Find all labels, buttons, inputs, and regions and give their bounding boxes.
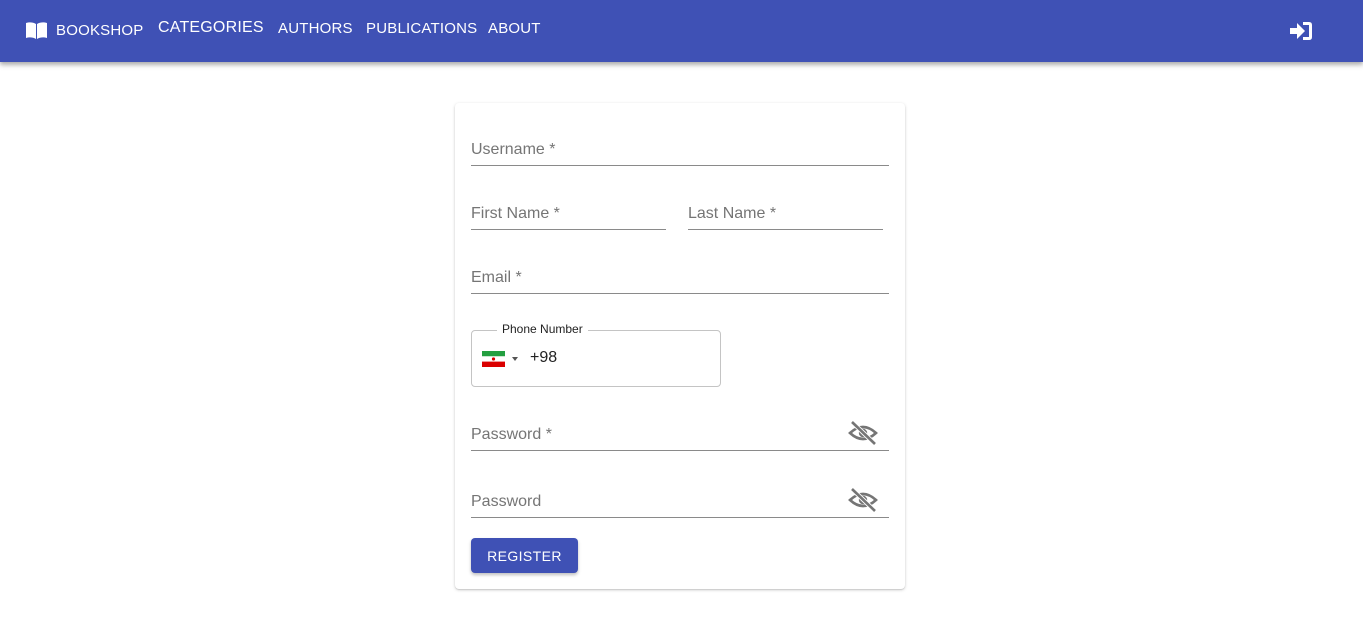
username-input[interactable] (471, 137, 889, 163)
first-name-input[interactable] (471, 201, 666, 227)
nav-link-about[interactable]: ABOUT (488, 20, 541, 37)
visibility-off-icon[interactable] (848, 487, 878, 513)
phone-number-field[interactable]: Phone Number +98 (471, 322, 721, 387)
last-name-field[interactable]: Last Name * (688, 199, 883, 230)
nav-link-authors[interactable]: AUTHORS (278, 20, 353, 37)
nav-link-categories[interactable]: CATEGORIES (158, 19, 264, 37)
confirm-password-field[interactable]: Password (471, 487, 889, 518)
password-field[interactable]: Password * (471, 420, 889, 451)
last-name-input[interactable] (688, 201, 883, 227)
register-form-card: Username * First Name * Last Name * Emai… (455, 103, 905, 589)
username-field[interactable]: Username * (471, 135, 889, 166)
first-name-field[interactable]: First Name * (471, 199, 666, 230)
brand-link[interactable]: BOOKSHOP (25, 19, 143, 41)
email-input[interactable] (471, 265, 889, 291)
email-field[interactable]: Email * (471, 263, 889, 294)
phone-number-legend: Phone Number (497, 322, 588, 336)
country-dropdown-caret-icon[interactable] (512, 357, 518, 361)
nav-link-publications[interactable]: PUBLICATIONS (366, 20, 477, 37)
brand-label: BOOKSHOP (56, 21, 144, 39)
visibility-off-icon[interactable] (848, 420, 878, 446)
login-button[interactable] (1288, 19, 1314, 43)
register-button[interactable]: REGISTER (471, 538, 578, 573)
phone-number-value[interactable]: +98 (530, 349, 557, 367)
iran-flag-icon[interactable] (482, 351, 505, 367)
app-bar: BOOKSHOP CATEGORIES AUTHORS PUBLICATIONS… (0, 0, 1363, 62)
open-book-icon (26, 21, 47, 39)
confirm-password-input[interactable] (471, 489, 889, 515)
sign-in-icon (1290, 22, 1312, 40)
password-input[interactable] (471, 422, 889, 448)
